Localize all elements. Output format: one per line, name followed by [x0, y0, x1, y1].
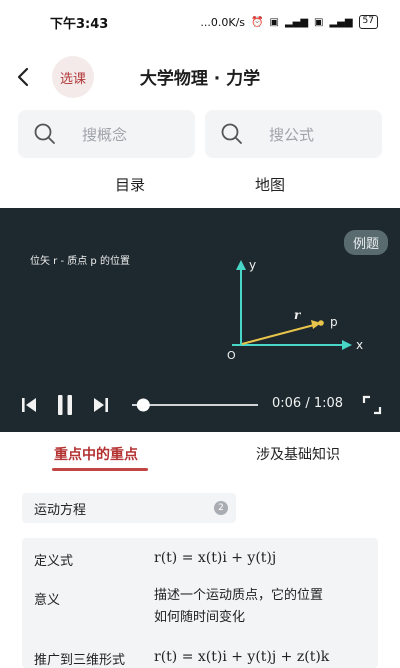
duration: 1:08 — [313, 396, 344, 411]
signal-icon: ▂▄▆ — [284, 16, 309, 28]
map-button[interactable]: 地图 — [255, 174, 285, 195]
row-value-meaning-line2: 如何随时间变化 — [154, 610, 246, 625]
section-header[interactable]: 运动方程 2 — [22, 493, 236, 523]
toc-row: 目录 地图 — [0, 170, 400, 200]
battery-icon: 57 — [358, 15, 378, 29]
point-label: p — [330, 315, 338, 329]
network-speed: ...0.0K/s — [200, 15, 246, 29]
search-row: 搜概念 搜公式 — [0, 110, 400, 160]
next-icon[interactable] — [90, 394, 112, 416]
point-p-dot — [318, 320, 324, 326]
row-value-3d: r(t) = x(t)i + y(t)j + z(t)k — [154, 649, 330, 665]
current-time: 0:06 — [272, 396, 302, 411]
select-course-button[interactable]: 选课 — [52, 56, 94, 98]
signal2-icon: ▂▄▆ — [329, 16, 353, 28]
tab-basics[interactable]: 涉及基础知识 — [256, 444, 340, 464]
definition-card: 定义式 r(t) = x(t)i + y(t)j 意义 描述一个运动质点，它的位… — [22, 538, 378, 668]
row-label-definition: 定义式 — [34, 554, 74, 569]
row-label-3d: 推广到三维形式 — [34, 653, 126, 668]
alarm-icon: ⏰ — [251, 16, 264, 28]
x-axis-label: x — [356, 338, 363, 352]
section-count-badge: 2 — [214, 501, 228, 515]
catalog-button[interactable]: 目录 — [115, 174, 145, 195]
previous-icon[interactable] — [18, 394, 40, 416]
hd2-icon: ▣ — [314, 16, 324, 28]
pause-icon[interactable] — [53, 392, 77, 418]
concept-search-input[interactable]: 搜概念 — [18, 110, 195, 158]
formula-search-input[interactable]: 搜公式 — [205, 110, 382, 158]
status-time: 下午3:43 — [50, 16, 109, 32]
search-icon — [217, 119, 247, 149]
video-player[interactable]: y x O r p 例题 位矢 r - 质点 p 的位置 0:06 / 1:08 — [0, 208, 400, 432]
position-vector-diagram: y x O r p — [227, 258, 363, 362]
section-title: 运动方程 — [34, 503, 87, 518]
row-value-definition: r(t) = x(t)i + y(t)j — [154, 550, 277, 566]
progress-thumb — [136, 398, 150, 412]
example-badge[interactable]: 例题 — [343, 230, 388, 255]
search-icon — [30, 119, 60, 149]
vector-line — [241, 324, 315, 345]
concept-search-placeholder: 搜概念 — [82, 125, 128, 144]
formula-search-placeholder: 搜公式 — [269, 125, 315, 144]
video-controls: 0:06 / 1:08 — [0, 388, 400, 422]
tab-key-points[interactable]: 重点中的重点 — [54, 444, 138, 464]
hd-icon: ▣ — [269, 16, 279, 28]
y-axis-arrow — [236, 260, 246, 270]
y-axis-label: y — [249, 258, 256, 272]
active-tab-indicator — [52, 468, 148, 471]
back-arrow-icon[interactable] — [10, 64, 36, 90]
row-label-meaning: 意义 — [34, 593, 61, 608]
app-bar: 选课 大学物理 · 力学 — [0, 52, 400, 104]
video-time: 0:06 / 1:08 — [272, 396, 344, 411]
vector-label: r — [294, 308, 302, 322]
status-icons: ...0.0K/s ⏰ ▣ ▂▄▆ ▣ ▂▄▆ 57 — [200, 15, 378, 29]
content-tabs: 重点中的重点 涉及基础知识 — [0, 432, 400, 482]
fullscreen-icon[interactable] — [360, 393, 384, 417]
progress-bar[interactable] — [130, 396, 262, 414]
x-axis-arrow — [342, 340, 352, 350]
row-value-meaning-line1: 描述一个运动质点，它的位置 — [154, 588, 324, 603]
status-bar: 下午3:43 ...0.0K/s ⏰ ▣ ▂▄▆ ▣ ▂▄▆ 57 — [0, 0, 400, 44]
origin-label: O — [227, 349, 236, 362]
page-title: 大学物理 · 力学 — [139, 69, 261, 89]
video-caption: 位矢 r - 质点 p 的位置 — [30, 256, 130, 267]
